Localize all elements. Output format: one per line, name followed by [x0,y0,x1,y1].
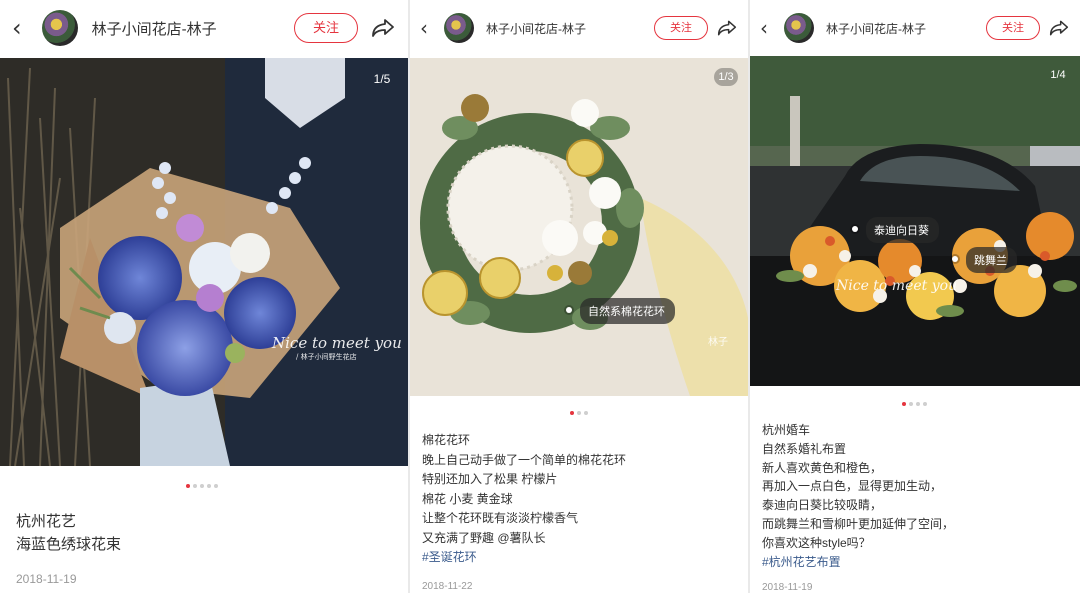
image-counter: 1/3 [714,68,738,86]
post-line: 特别还加入了松果 柠檬片 [422,472,558,486]
carousel-dot[interactable] [909,402,913,406]
back-arrow-icon[interactable]: ‹ [420,16,428,40]
product-tag[interactable]: 泰迪向日葵 [852,217,939,243]
post-line: 再加入一点白色，显得更加生动， [762,479,943,494]
follow-button[interactable]: 关注 [294,13,358,43]
post-line: 新人喜欢黄色和橙色， [762,460,883,475]
back-arrow-icon[interactable]: ‹ [12,14,22,42]
post-photo[interactable]: 1/3 自然系棉花花环 林子 [410,58,748,396]
share-icon[interactable] [1048,18,1070,38]
avatar[interactable] [444,13,474,43]
carousel-dots[interactable] [186,484,218,488]
shop-name[interactable]: 林子小间花店-林子 [826,20,926,37]
carousel-dot[interactable] [186,484,190,488]
carousel-dot[interactable] [193,484,197,488]
post-line: 自然系婚礼布置 [762,441,847,456]
avatar[interactable] [41,10,78,46]
post-title: 杭州花艺 [16,513,77,530]
carousel-dots[interactable] [570,411,588,415]
post-line: 让整个花环既有淡淡柠檬香气 [422,511,579,525]
share-icon[interactable] [370,16,396,40]
post-photo[interactable]: 1/5 Nice to meet you / 林子小间野生花店 [0,58,408,466]
image-counter: 1/4 [1050,69,1066,81]
post-header: ‹ 林子小间花店-林子 关注 [0,0,408,56]
watermark: Nice to meet you / 林子小间野生花店 [272,334,402,362]
bouquet-illustration [0,58,408,466]
post-date: 2018-11-19 [16,572,77,586]
wreath-illustration [410,58,748,396]
carousel-dot[interactable] [923,402,927,406]
watermark-text: Nice to meet you [272,334,402,352]
share-icon[interactable] [716,18,738,38]
follow-button[interactable]: 关注 [654,16,708,40]
post-line: 棉花 小麦 黄金球 [422,491,513,506]
post-line: 你喜欢这种style吗？ [762,535,871,550]
post-header: ‹ 林子小间花店-林子 关注 [410,0,748,56]
image-counter: 1/5 [373,72,391,86]
carousel-dot[interactable] [902,402,906,406]
hashtag-link[interactable]: #杭州花艺布置 [762,553,1072,572]
follow-button[interactable]: 关注 [986,16,1040,40]
carousel-dot[interactable] [207,484,211,488]
avatar[interactable] [784,13,814,43]
post-card-3: ‹ 林子小间花店-林子 关注 1/4 泰迪向日葵 跳舞兰 Nice to mee… [750,0,1080,593]
post-line: 海蓝色绣球花束 [16,536,122,553]
post-title: 棉花花环 [422,433,471,447]
hashtag-link[interactable]: #圣诞花环 [422,548,740,568]
post-line: 泰迪向日葵比较吸睛， [762,498,883,513]
carousel-dot[interactable] [916,402,920,406]
watermark: Nice to meet you [836,278,958,294]
carousel-dot[interactable] [214,484,218,488]
post-text: 棉花花环 晚上自己动手做了一个简单的棉花花环 特别还加入了松果 柠檬片 棉花 小… [422,431,740,568]
post-text: 杭州婚车 自然系婚礼布置 新人喜欢黄色和橙色， 再加入一点白色，显得更加生动， … [762,421,1072,571]
post-date: 2018-11-19 [762,582,813,593]
post-header: ‹ 林子小间花店-林子 关注 [750,0,1080,56]
carousel-dot[interactable] [200,484,204,488]
post-title: 杭州婚车 [762,423,811,437]
post-card-1: ‹ 林子小间花店-林子 关注 1/5 Nice to meet you / 林子… [0,0,408,593]
back-arrow-icon[interactable]: ‹ [760,16,768,40]
post-text: 杭州花艺 海蓝色绣球花束 [16,510,400,556]
product-tag[interactable]: 自然系棉花花环 [566,298,675,324]
post-line: 晚上自己动手做了一个简单的棉花花环 [422,452,627,467]
product-tag[interactable]: 跳舞兰 [952,247,1017,273]
watermark-subtext: / 林子小间野生花店 [296,353,357,361]
shop-name[interactable]: 林子小间花店-林子 [92,18,217,39]
post-date: 2018-11-22 [422,581,473,592]
shop-name[interactable]: 林子小间花店-林子 [486,20,586,37]
post-line: 而跳舞兰和雪柳叶更加延伸了空间， [762,516,955,531]
carousel-dots[interactable] [902,402,927,406]
watermark: 林子 [708,337,728,348]
carousel-dot[interactable] [570,411,574,415]
carousel-dot[interactable] [584,411,588,415]
post-photo[interactable]: 1/4 泰迪向日葵 跳舞兰 Nice to meet you [750,56,1080,386]
post-line: 又充满了野趣 @薯队长 [422,530,546,545]
post-card-2: ‹ 林子小间花店-林子 关注 1/3 自然系棉花花环 林子 棉花花环 晚上自己动… [410,0,748,593]
carousel-dot[interactable] [577,411,581,415]
